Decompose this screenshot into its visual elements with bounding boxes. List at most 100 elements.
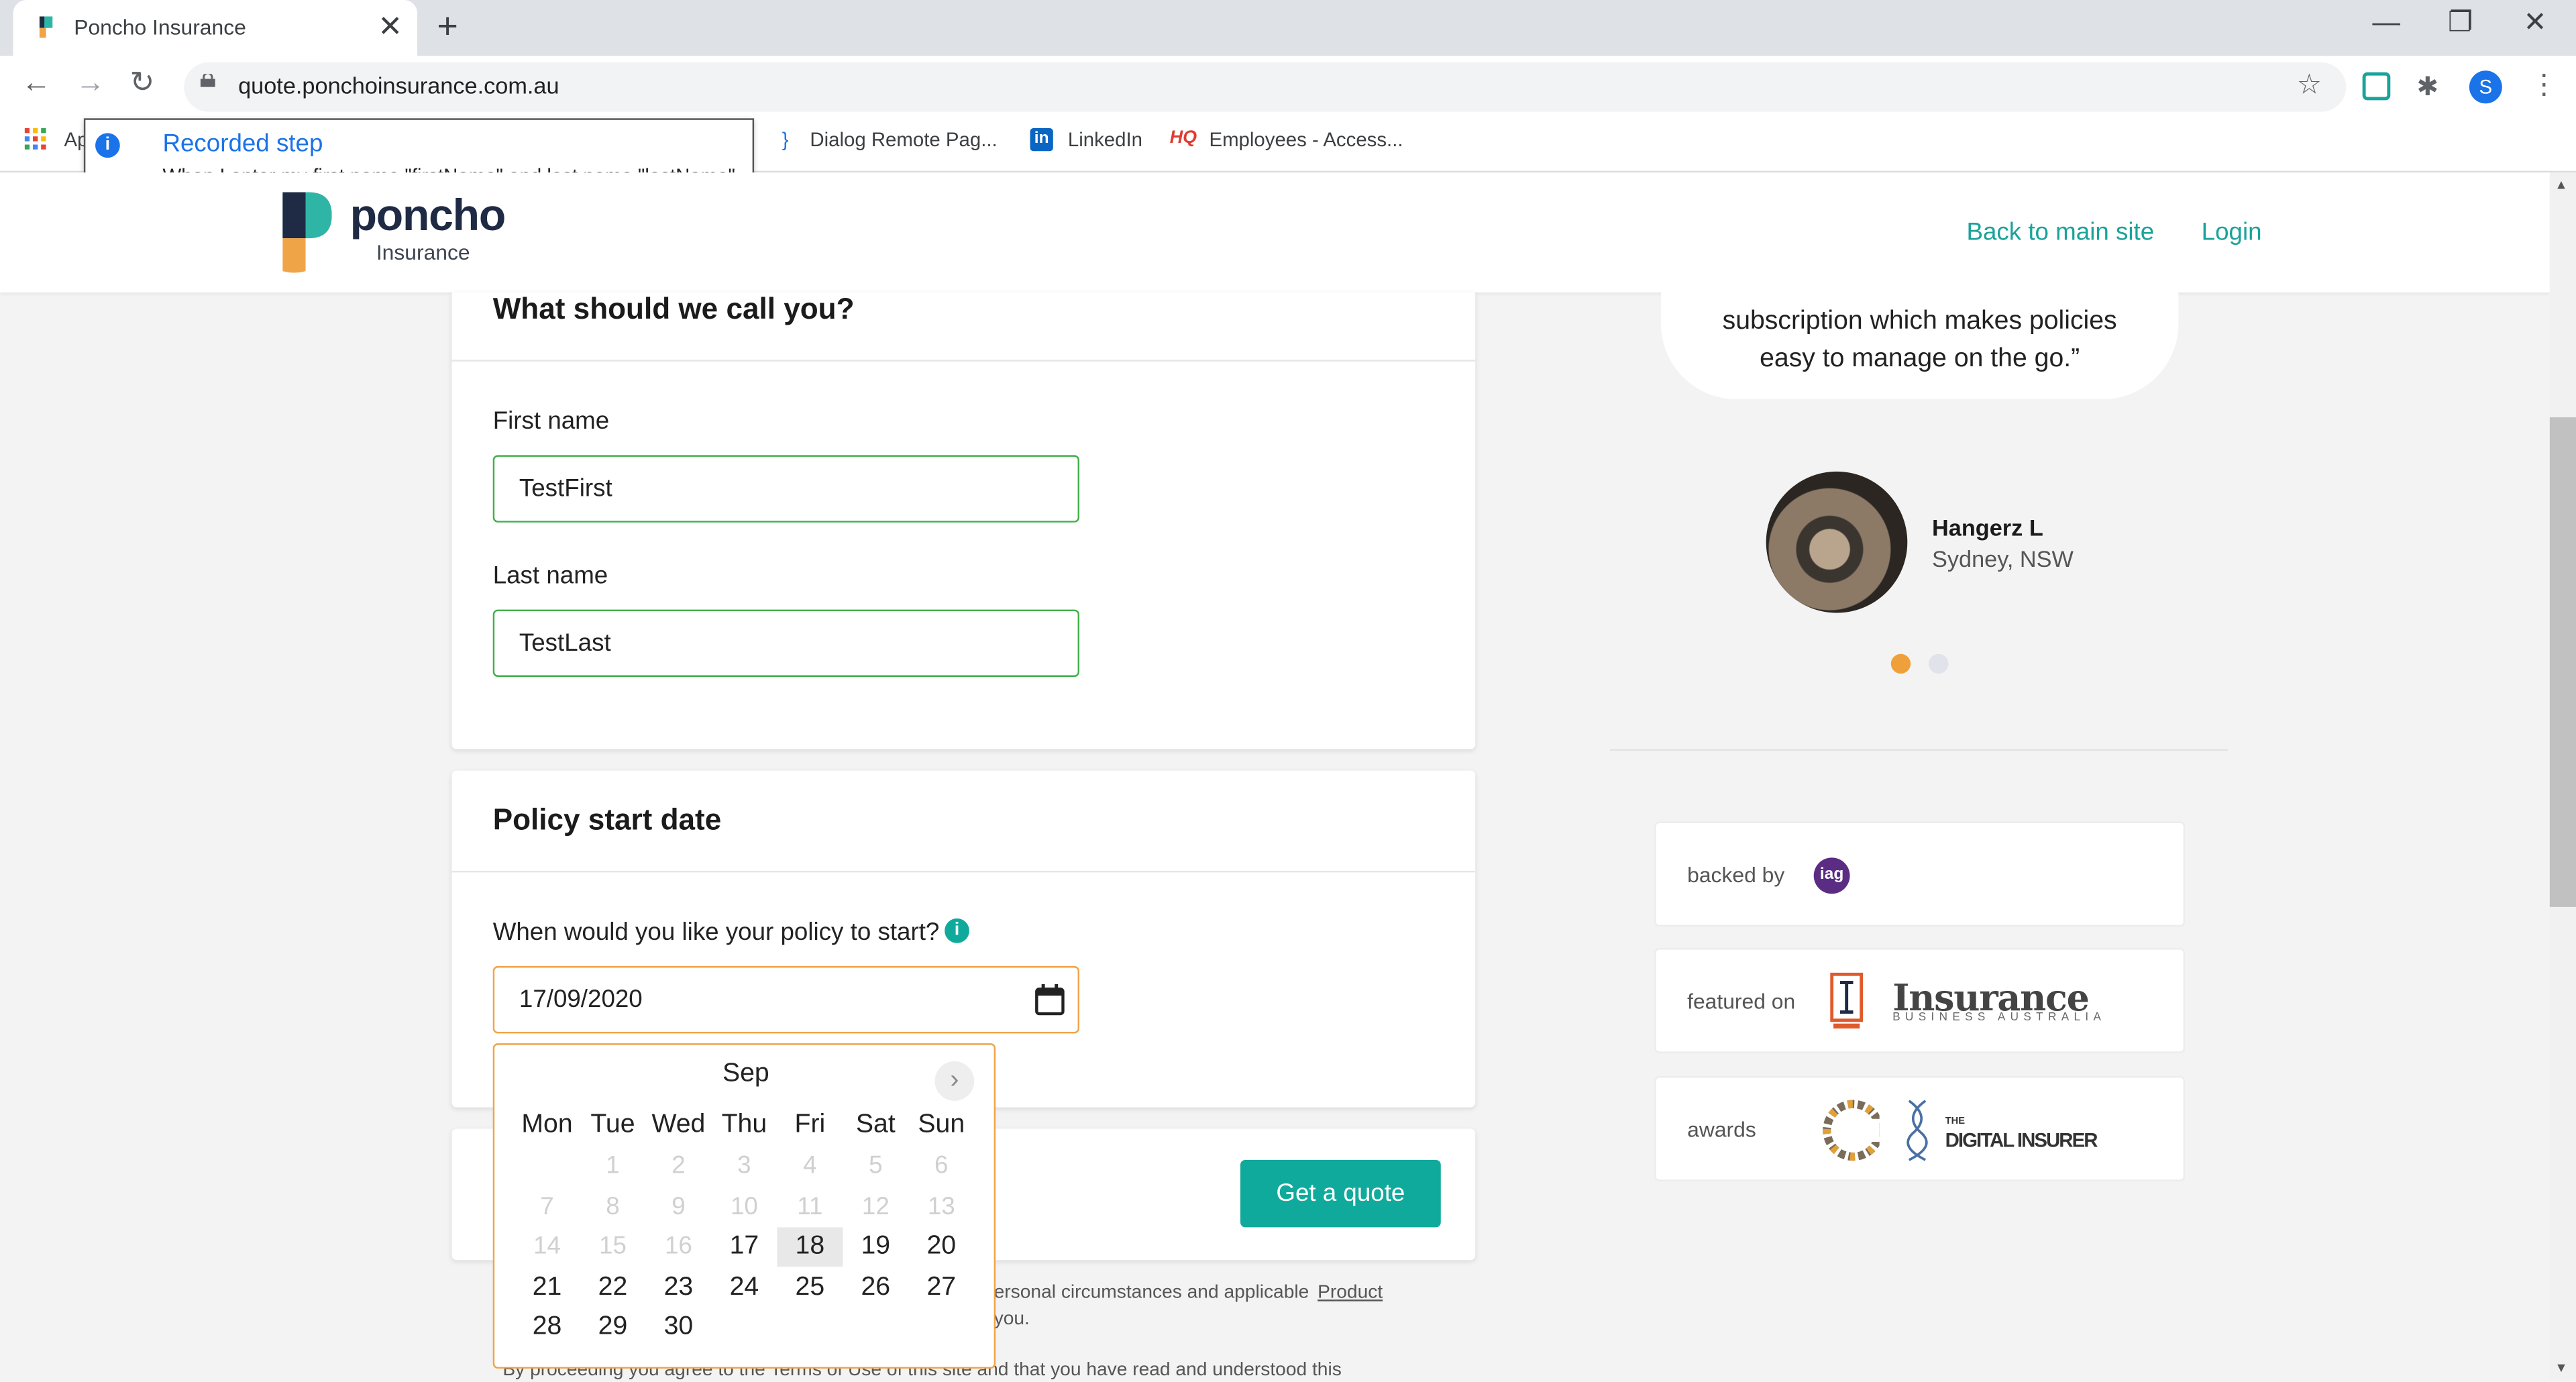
- hq-icon: HQ: [1169, 128, 1197, 148]
- next-month-icon[interactable]: ›: [934, 1061, 975, 1101]
- info-icon: i: [95, 133, 120, 158]
- iag-logo: iag: [1813, 857, 1850, 894]
- last-name-label: Last name: [492, 562, 608, 590]
- calendar-day: 12: [861, 1191, 890, 1220]
- backed-by-label: backed by: [1687, 862, 1785, 888]
- calendar-day[interactable]: 19: [843, 1227, 908, 1267]
- login-link[interactable]: Login: [2202, 219, 2262, 247]
- url-text: quote.ponchoinsurance.com.au: [238, 72, 559, 99]
- get-a-quote-button[interactable]: Get a quote: [1240, 1159, 1441, 1228]
- calendar-day[interactable]: 30: [645, 1308, 711, 1347]
- calendar-day[interactable]: 25: [777, 1267, 843, 1307]
- scroll-down-icon[interactable]: ▼: [2555, 1361, 2567, 1375]
- puzzle-extensions-icon[interactable]: ✱: [2416, 70, 2438, 103]
- tab-title: Poncho Insurance: [74, 15, 246, 40]
- new-tab-icon[interactable]: +: [437, 5, 458, 48]
- back-arrow-icon[interactable]: ←: [21, 66, 51, 100]
- testimonial-quote-line: subscription which makes policies: [1722, 307, 2117, 335]
- minimize-icon[interactable]: —: [2372, 7, 2400, 40]
- logo-subtitle: Insurance: [376, 240, 470, 265]
- weekday-wed: Wed: [651, 1110, 706, 1139]
- screen: Poncho Insurance ✕ + — ❐ ✕ ← → ↻ quote.p…: [0, 0, 2576, 1382]
- carousel-dot-active[interactable]: [1890, 653, 1911, 674]
- weekday-sun: Sun: [918, 1110, 965, 1139]
- calendar-month: Sep: [722, 1059, 769, 1088]
- product-link[interactable]: Product: [1318, 1283, 1383, 1303]
- awards-box: awards THE DIGITAL INSURER: [1654, 1076, 2186, 1181]
- bookmark-star-icon[interactable]: ☆: [2297, 69, 2322, 102]
- apps-grid-icon[interactable]: [24, 128, 46, 150]
- policy-start-question: When would you like your policy to start…: [492, 918, 940, 947]
- calendar-day[interactable]: 27: [908, 1267, 974, 1307]
- recorded-step-title: Recorded step: [162, 129, 323, 158]
- reviewer-avatar: [1766, 471, 1908, 613]
- bookmark-dialog[interactable]: Dialog Remote Pag...: [810, 128, 997, 151]
- poncho-logo-icon[interactable]: [282, 192, 332, 274]
- profile-avatar[interactable]: S: [2469, 70, 2502, 104]
- calendar-day: 14: [533, 1232, 561, 1261]
- first-name-label: First name: [492, 407, 610, 435]
- calendar-day[interactable]: 23: [645, 1267, 711, 1307]
- tab-close-icon[interactable]: ✕: [378, 10, 402, 44]
- divider: [451, 870, 1476, 873]
- calendar-day: 4: [803, 1151, 817, 1180]
- kebab-menu-icon[interactable]: ⋮: [2530, 69, 2558, 102]
- calendar-day[interactable]: 22: [580, 1267, 645, 1307]
- calendar-icon[interactable]: [1035, 984, 1065, 1016]
- logo-wordmark[interactable]: poncho: [350, 191, 506, 242]
- scrollbar-thumb[interactable]: [2549, 417, 2576, 907]
- calendar-day[interactable]: 21: [515, 1267, 580, 1307]
- weekday-sat: Sat: [855, 1110, 896, 1139]
- calendar-day[interactable]: 20: [908, 1227, 974, 1267]
- insurance-news-logo: [1830, 972, 1864, 1029]
- policy-start-date-input[interactable]: 17/09/2020: [492, 966, 1079, 1034]
- calendar-day: 8: [606, 1191, 620, 1220]
- scroll-up-icon[interactable]: ▲: [2555, 177, 2567, 192]
- reviewer-location: Sydney, NSW: [1932, 545, 2074, 572]
- dna-icon: [1907, 1100, 1928, 1161]
- name-card-title: What should we call you?: [492, 292, 855, 325]
- window-close-icon[interactable]: ✕: [2524, 7, 2547, 40]
- digital-insurer-logo: DIGITAL INSURER: [1945, 1128, 2098, 1152]
- info-icon[interactable]: i: [945, 918, 969, 943]
- calendar-day: 5: [869, 1151, 883, 1180]
- bracket-icon: }: [782, 128, 789, 152]
- poncho-favicon-icon: [39, 16, 53, 38]
- bookmark-linkedin[interactable]: LinkedIn: [1068, 128, 1142, 151]
- calendar-day[interactable]: 26: [843, 1267, 908, 1307]
- insurance-business-logo-sub: BUSINESS AUSTRALIA: [1892, 1012, 2106, 1024]
- calendar-day: 13: [927, 1191, 955, 1220]
- calendar-day: 9: [672, 1191, 686, 1220]
- date-picker: Sep › Mon Tue Wed Thu Fri Sat Sun 1 2 3 4 5 6 7 8 9 10 1…: [492, 1043, 996, 1369]
- reload-icon[interactable]: ↻: [129, 66, 154, 100]
- celent-award-logo: [1823, 1100, 1880, 1161]
- reviewer-name: Hangerz L: [1932, 514, 2043, 541]
- weekday-mon: Mon: [521, 1110, 573, 1139]
- calendar-day: 1: [606, 1151, 620, 1180]
- featured-on-box: featured on Insurance BUSINESS AUSTRALIA: [1654, 948, 2186, 1053]
- bookmark-employees[interactable]: Employees - Access...: [1209, 128, 1403, 151]
- calendar-day: 7: [540, 1191, 554, 1220]
- lock-icon: [200, 74, 215, 87]
- forward-arrow-icon[interactable]: →: [76, 66, 105, 100]
- carousel-dot[interactable]: [1929, 653, 1949, 674]
- divider: [1610, 749, 2228, 751]
- calendar-day[interactable]: 18: [777, 1227, 843, 1267]
- calendar-day[interactable]: 28: [515, 1308, 580, 1347]
- first-name-input[interactable]: TestFirst: [492, 455, 1079, 523]
- calendar-day[interactable]: 17: [711, 1227, 777, 1267]
- calendar-day: 16: [665, 1232, 692, 1261]
- calendar-day: 3: [737, 1151, 751, 1180]
- legal-text: you.: [994, 1309, 1030, 1330]
- weekday-fri: Fri: [794, 1110, 826, 1139]
- calendar-day[interactable]: 24: [711, 1267, 777, 1307]
- policy-card-title: Policy start date: [492, 803, 722, 837]
- extension-icon[interactable]: [2362, 72, 2391, 101]
- back-to-main-site-link[interactable]: Back to main site: [1966, 219, 2154, 247]
- linkedin-icon: in: [1030, 128, 1053, 152]
- restore-icon[interactable]: ❐: [2448, 7, 2473, 40]
- calendar-day: 2: [672, 1151, 686, 1180]
- calendar-day[interactable]: 29: [580, 1308, 645, 1347]
- calendar-day: 11: [797, 1191, 823, 1220]
- last-name-input[interactable]: TestLast: [492, 609, 1079, 677]
